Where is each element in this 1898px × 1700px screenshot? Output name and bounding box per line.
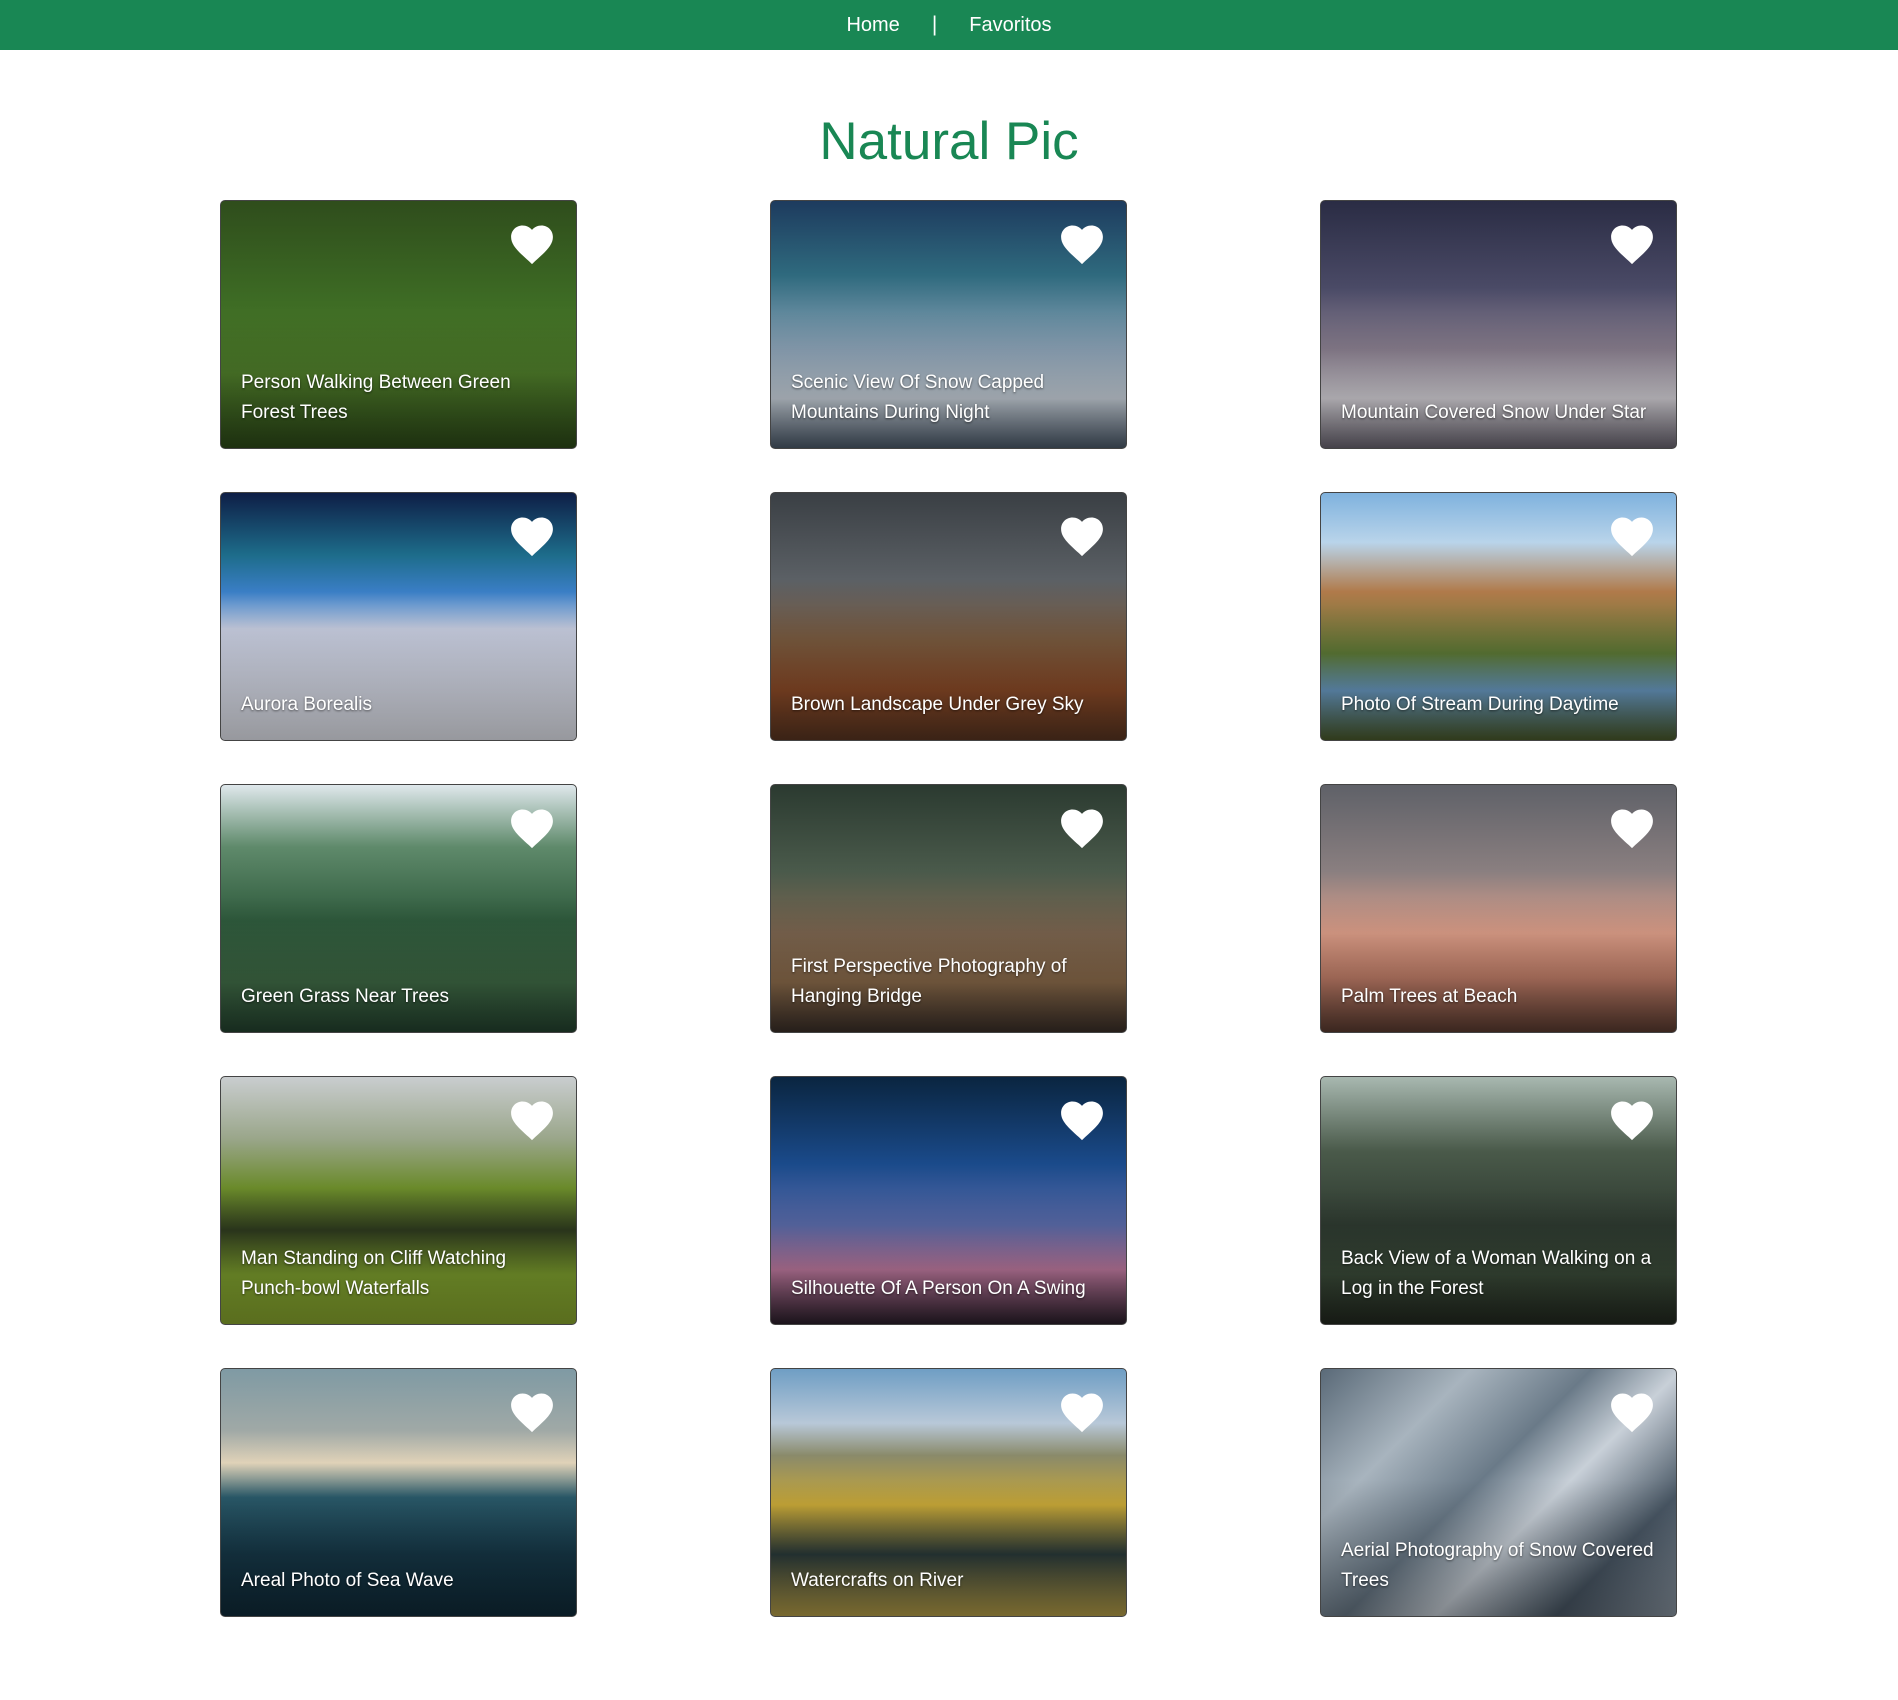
photo-caption: Scenic View Of Snow Capped Mountains Dur… xyxy=(791,372,1045,423)
photo-caption: Aurora Borealis xyxy=(241,694,372,715)
photo-card[interactable]: Palm Trees at Beach xyxy=(1320,784,1677,1033)
heart-icon[interactable] xyxy=(1060,517,1104,557)
heart-icon[interactable] xyxy=(1060,809,1104,849)
heart-icon[interactable] xyxy=(1610,517,1654,557)
photo-caption: Man Standing on Cliff Watching Punch-bow… xyxy=(241,1248,507,1299)
heart-icon[interactable] xyxy=(510,1101,554,1141)
photo-caption: Watercrafts on River xyxy=(791,1570,964,1591)
heart-icon[interactable] xyxy=(1060,225,1104,265)
nav-separator: | xyxy=(931,13,938,36)
heart-icon[interactable] xyxy=(1610,1101,1654,1141)
photo-card[interactable]: Aerial Photography of Snow Covered Trees xyxy=(1320,1368,1677,1617)
page-title: Natural Pic xyxy=(819,112,1079,171)
top-navbar: Home | Favoritos xyxy=(0,0,1898,50)
photo-card[interactable]: Scenic View Of Snow Capped Mountains Dur… xyxy=(770,200,1127,449)
heart-icon[interactable] xyxy=(1610,809,1654,849)
photo-card[interactable]: Mountain Covered Snow Under Star xyxy=(1320,200,1677,449)
photo-card[interactable]: Man Standing on Cliff Watching Punch-bow… xyxy=(220,1076,577,1325)
nav-favorites-link[interactable]: Favoritos xyxy=(969,14,1051,37)
photo-caption: Person Walking Between Green Forest Tree… xyxy=(241,372,511,423)
photo-caption: Brown Landscape Under Grey Sky xyxy=(791,694,1084,715)
photo-card[interactable]: Green Grass Near Trees xyxy=(220,784,577,1033)
photo-card[interactable]: Photo Of Stream During Daytime xyxy=(1320,492,1677,741)
photo-card[interactable]: Aurora Borealis xyxy=(220,492,577,741)
photo-card[interactable]: Person Walking Between Green Forest Tree… xyxy=(220,200,577,449)
photo-card[interactable]: Watercrafts on River xyxy=(770,1368,1127,1617)
photo-card[interactable]: First Perspective Photography of Hanging… xyxy=(770,784,1127,1033)
photo-card[interactable]: Silhouette Of A Person On A Swing xyxy=(770,1076,1127,1325)
heart-icon[interactable] xyxy=(510,1393,554,1433)
photo-caption: First Perspective Photography of Hanging… xyxy=(791,956,1067,1007)
heart-icon[interactable] xyxy=(1610,1393,1654,1433)
photo-card[interactable]: Brown Landscape Under Grey Sky xyxy=(770,492,1127,741)
nav-home-link[interactable]: Home xyxy=(846,14,899,37)
heart-icon[interactable] xyxy=(510,809,554,849)
heart-icon[interactable] xyxy=(510,225,554,265)
photo-caption: Palm Trees at Beach xyxy=(1341,986,1518,1007)
photo-caption: Areal Photo of Sea Wave xyxy=(241,1570,454,1591)
photo-card[interactable]: Areal Photo of Sea Wave xyxy=(220,1368,577,1617)
photo-caption: Silhouette Of A Person On A Swing xyxy=(791,1278,1086,1299)
photo-caption: Back View of a Woman Walking on a Log in… xyxy=(1341,1248,1652,1299)
photo-caption: Photo Of Stream During Daytime xyxy=(1341,694,1619,715)
heart-icon[interactable] xyxy=(510,517,554,557)
heart-icon[interactable] xyxy=(1060,1101,1104,1141)
heart-icon[interactable] xyxy=(1060,1393,1104,1433)
heart-icon[interactable] xyxy=(1610,225,1654,265)
photo-caption: Green Grass Near Trees xyxy=(241,986,450,1007)
photo-caption: Aerial Photography of Snow Covered Trees xyxy=(1341,1540,1654,1591)
photo-card[interactable]: Back View of a Woman Walking on a Log in… xyxy=(1320,1076,1677,1325)
photo-caption: Mountain Covered Snow Under Star xyxy=(1341,402,1647,423)
